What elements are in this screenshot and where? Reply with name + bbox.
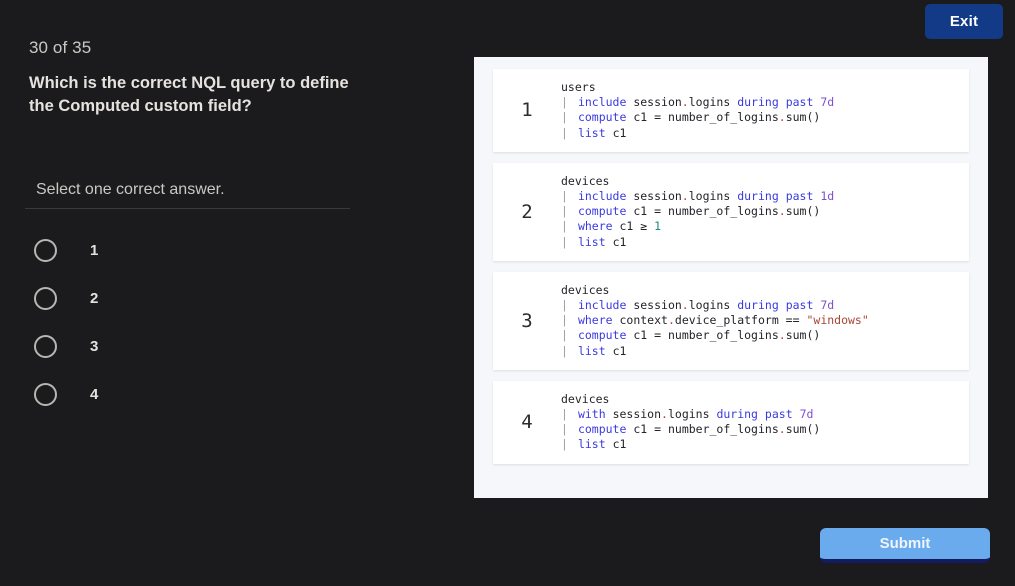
nql-code-block: devices | with session.logins during past… bbox=[561, 392, 969, 453]
code-line: | list c1 bbox=[561, 343, 627, 358]
answer-option-4[interactable]: 4 bbox=[29, 370, 359, 418]
code-line: | list c1 bbox=[561, 125, 627, 140]
code-line: | compute c1 = number_of_logins.sum() bbox=[561, 110, 821, 125]
answer-option-label: 2 bbox=[90, 289, 99, 307]
answer-option-label: 1 bbox=[90, 241, 99, 259]
nql-code-block: devices | include session.logins during p… bbox=[561, 283, 969, 359]
code-option-card-1[interactable]: 1 users | include session.logins during pa… bbox=[493, 69, 969, 152]
code-line: | where c1 ≥ 1 bbox=[561, 219, 662, 234]
code-options-panel: 1 users | include session.logins during pa… bbox=[474, 57, 988, 498]
code-line: | include session.logins during past 1d bbox=[561, 189, 835, 204]
answer-option-3[interactable]: 3 bbox=[29, 322, 359, 370]
code-line: | list c1 bbox=[561, 234, 627, 249]
radio-button-icon[interactable] bbox=[34, 334, 57, 358]
code-option-number: 1 bbox=[521, 99, 533, 122]
code-line: users bbox=[561, 80, 596, 94]
nql-code-block: users | include session.logins during pas… bbox=[561, 80, 969, 141]
code-option-number: 2 bbox=[521, 200, 533, 223]
code-line: | compute c1 = number_of_logins.sum() bbox=[561, 422, 821, 437]
question-pane: 30 of 35 Which is the correct NQL query … bbox=[0, 0, 470, 586]
radio-button-icon[interactable] bbox=[34, 382, 57, 406]
radio-button-icon[interactable] bbox=[34, 286, 57, 310]
code-option-card-2[interactable]: 2 devices | include session.logins during … bbox=[493, 162, 969, 261]
code-line: | compute c1 = number_of_logins.sum() bbox=[561, 328, 821, 343]
code-line: | include session.logins during past 7d bbox=[561, 95, 835, 110]
exit-button[interactable]: Exit bbox=[925, 4, 1003, 39]
code-option-card-3[interactable]: 3 devices | include session.logins during … bbox=[493, 271, 969, 370]
code-line: devices bbox=[561, 282, 610, 297]
submit-button[interactable]: Submit bbox=[820, 528, 990, 563]
answer-option-1[interactable]: 1 bbox=[29, 226, 359, 274]
answer-instruction: Select one correct answer. bbox=[36, 181, 225, 198]
code-line: devices bbox=[561, 391, 610, 406]
code-line: | include session.logins during past 7d bbox=[561, 298, 835, 313]
answer-option-label: 3 bbox=[90, 337, 99, 355]
code-line: | with session.logins during past 7d bbox=[561, 407, 814, 422]
code-line: devices bbox=[561, 173, 610, 188]
answer-divider bbox=[25, 208, 350, 209]
radio-button-icon[interactable] bbox=[34, 238, 57, 262]
answer-options-list: 1 2 3 4 bbox=[29, 226, 359, 418]
answer-option-2[interactable]: 2 bbox=[29, 274, 359, 322]
code-option-number: 4 bbox=[521, 411, 533, 434]
code-line: | list c1 bbox=[561, 437, 627, 452]
code-option-number: 3 bbox=[521, 309, 533, 332]
code-line: | where context.device_platform == "wind… bbox=[561, 313, 869, 328]
answer-option-label: 4 bbox=[90, 385, 99, 403]
nql-code-block: devices | include session.logins during p… bbox=[561, 174, 969, 250]
question-text: Which is the correct NQL query to define… bbox=[29, 74, 349, 116]
code-line: | compute c1 = number_of_logins.sum() bbox=[561, 204, 821, 219]
code-option-card-4[interactable]: 4 devices | with session.logins during pas… bbox=[493, 380, 969, 464]
progress-counter: 30 of 35 bbox=[29, 38, 92, 57]
